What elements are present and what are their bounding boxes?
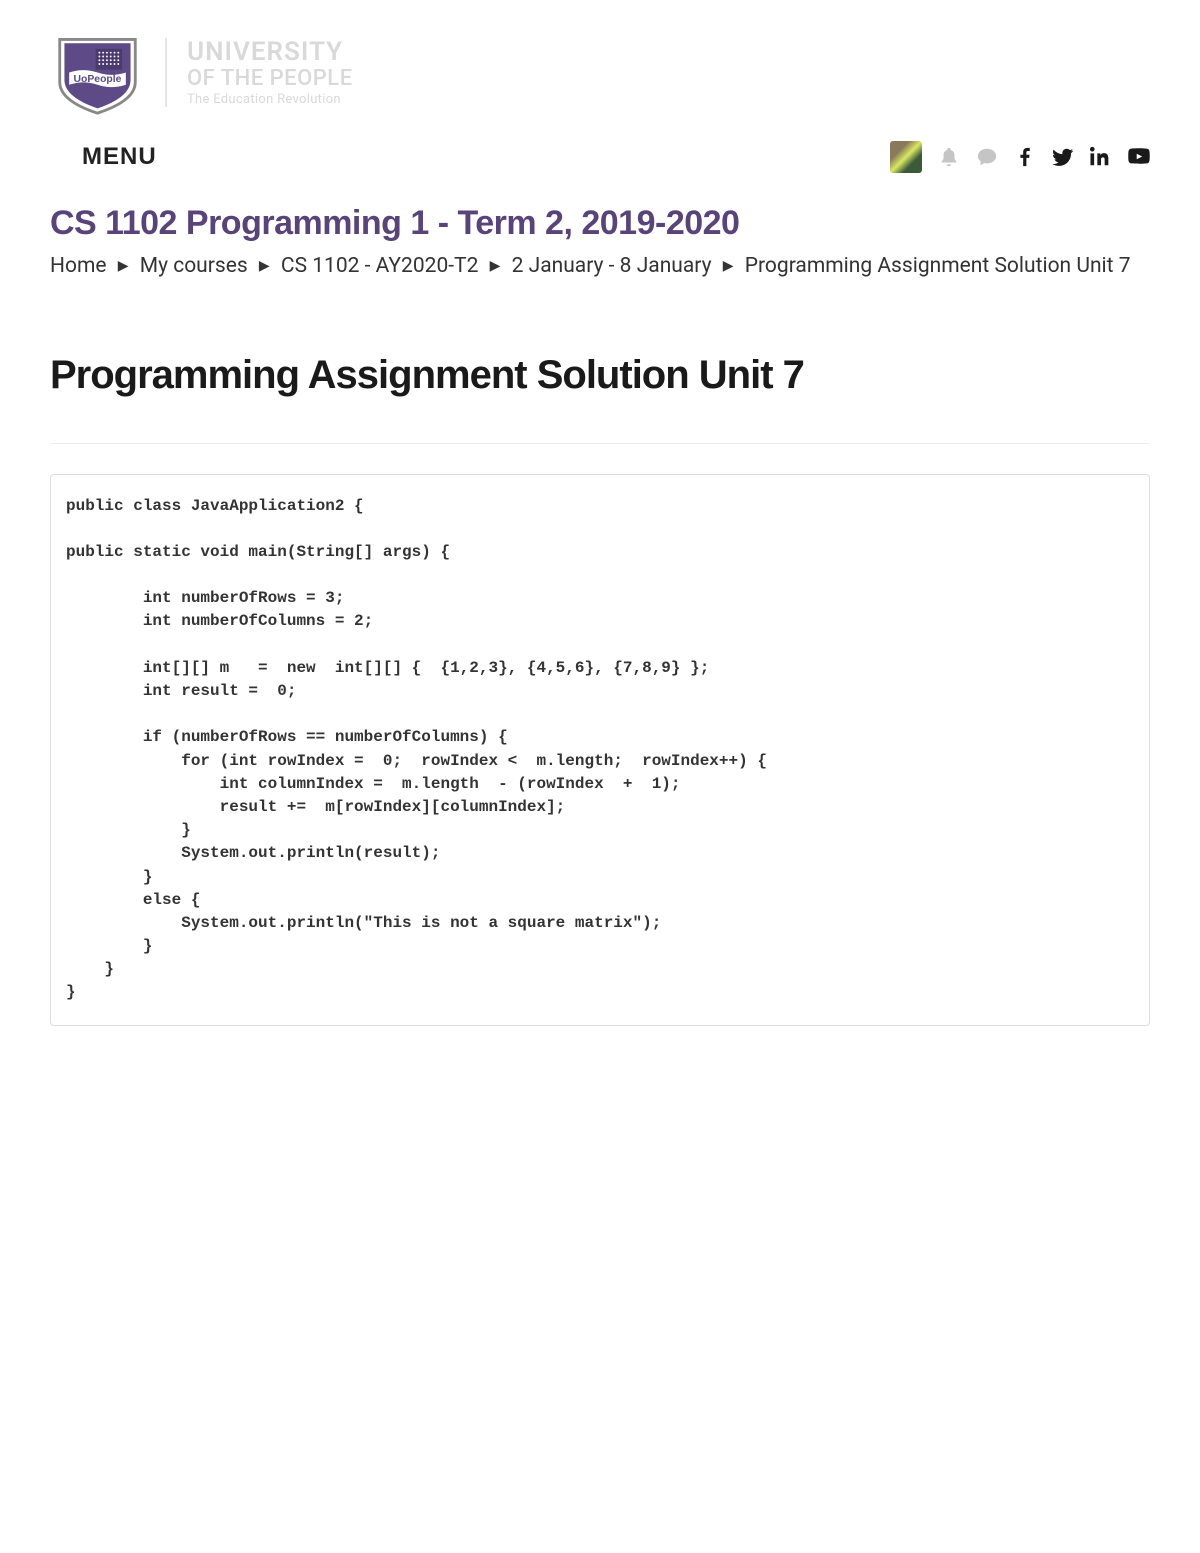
chevron-right-icon: ▶: [118, 256, 129, 277]
breadcrumb-mycourses[interactable]: My courses: [140, 254, 248, 278]
bell-icon[interactable]: [938, 146, 960, 168]
chevron-right-icon: ▶: [490, 256, 501, 277]
breadcrumb-course[interactable]: CS 1102 - AY2020-T2: [281, 254, 478, 278]
logo-line3: The Education Revolution: [187, 93, 353, 107]
menu-button[interactable]: MENU: [50, 135, 157, 179]
chevron-right-icon: ▶: [259, 256, 270, 277]
logo-shield-icon: UoPeople: [50, 30, 145, 115]
breadcrumb-week[interactable]: 2 January - 8 January: [512, 254, 712, 278]
breadcrumb: Home ▶ My courses ▶ CS 1102 - AY2020-T2 …: [50, 251, 1150, 283]
logo-text: UNIVERSITY OF THE PEOPLE The Education R…: [165, 38, 353, 107]
course-title: CS 1102 Programming 1 - Term 2, 2019-202…: [50, 204, 1150, 243]
topbar: MENU: [50, 125, 1150, 189]
linkedin-icon[interactable]: [1090, 146, 1112, 168]
logo-line2: OF THE PEOPLE: [187, 67, 353, 91]
code-block: public class JavaApplication2 { public s…: [50, 474, 1150, 1026]
logo-area: UoPeople UNIVERSITY OF THE PEOPLE The Ed…: [50, 0, 1150, 125]
breadcrumb-home[interactable]: Home: [50, 254, 107, 278]
avatar[interactable]: [890, 141, 922, 173]
divider: [50, 443, 1150, 444]
breadcrumb-current: Programming Assignment Solution Unit 7: [745, 254, 1131, 278]
svg-text:UoPeople: UoPeople: [74, 74, 122, 85]
page-title: Programming Assignment Solution Unit 7: [50, 353, 1150, 398]
youtube-icon[interactable]: [1128, 146, 1150, 168]
chat-icon[interactable]: [976, 146, 998, 168]
topbar-icons: [890, 141, 1150, 173]
twitter-icon[interactable]: [1052, 146, 1074, 168]
chevron-right-icon: ▶: [723, 256, 734, 277]
facebook-icon[interactable]: [1014, 146, 1036, 168]
logo-line1: UNIVERSITY: [187, 38, 353, 67]
